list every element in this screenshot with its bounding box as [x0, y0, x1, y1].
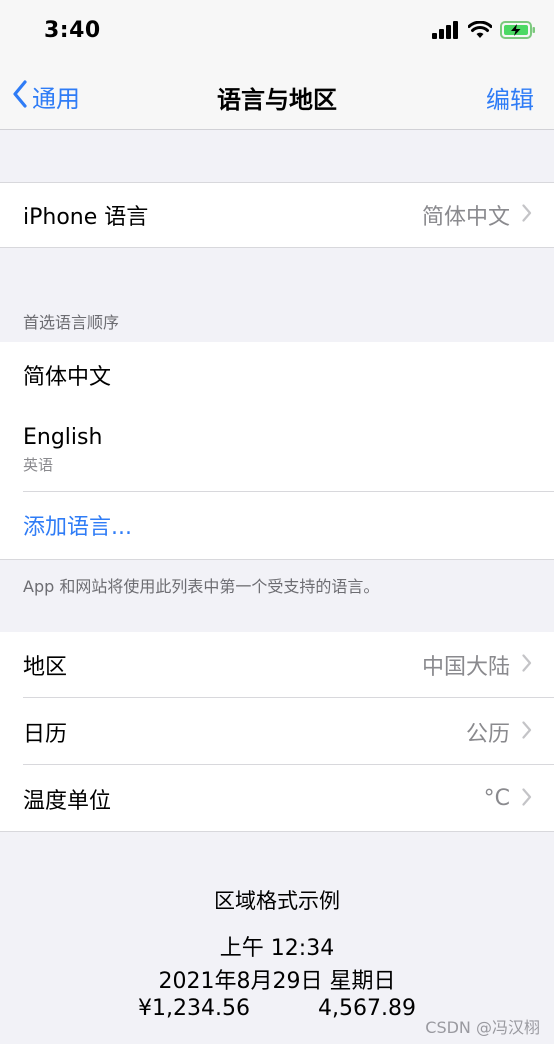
cellular-signal-icon [432, 21, 460, 43]
region-value: 中国大陆 [421, 655, 510, 680]
region-row[interactable]: 地区 中国大陆 [0, 632, 554, 698]
chevron-right-icon [522, 787, 532, 810]
language-name: English [23, 425, 103, 450]
temperature-unit-label: 温度单位 [23, 788, 112, 814]
preferred-languages-header: 首选语言顺序 [23, 313, 120, 332]
format-example-currency: ¥1,234.56 [138, 996, 250, 1021]
chevron-right-icon [522, 720, 532, 743]
wifi-icon [467, 20, 493, 43]
region-settings-group: 地区 中国大陆 日历 公历 温度单位 °C [0, 632, 554, 832]
format-example-number: 4,567.89 [318, 996, 416, 1021]
divider [0, 559, 554, 560]
preferred-languages-group: 简体中文 English 英语 添加语言... [0, 342, 554, 560]
watermark: CSDN @冯汉栩 [425, 1018, 540, 1037]
language-item-simplified-chinese[interactable]: 简体中文 [0, 342, 554, 408]
iphone-language-group: iPhone 语言 简体中文 [0, 182, 554, 248]
iphone-language-label: iPhone 语言 [23, 205, 149, 230]
battery-charging-icon [500, 21, 536, 43]
status-icons [432, 20, 536, 43]
divider [0, 247, 554, 248]
language-item-english[interactable]: English 英语 [0, 408, 554, 492]
navigation-bar: 通用 语言与地区 编辑 [0, 62, 554, 130]
page-title: 语言与地区 [217, 86, 337, 114]
add-language-button[interactable]: 添加语言... [0, 492, 554, 558]
edit-button[interactable]: 编辑 [486, 80, 534, 115]
iphone-language-value: 简体中文 [421, 205, 510, 230]
format-example-time: 上午 12:34 [219, 936, 335, 961]
language-name: 简体中文 [23, 365, 112, 390]
add-language-label: 添加语言... [23, 515, 132, 540]
temperature-unit-value: °C [483, 786, 510, 811]
temperature-unit-row[interactable]: 温度单位 °C [0, 765, 554, 832]
format-example-date: 2021年8月29日 星期日 [158, 969, 396, 994]
status-bar: 3:40 [0, 0, 554, 62]
calendar-row[interactable]: 日历 公历 [0, 698, 554, 765]
iphone-language-row[interactable]: iPhone 语言 简体中文 [0, 182, 554, 248]
chevron-right-icon [522, 204, 532, 226]
calendar-value: 公历 [465, 721, 510, 747]
chevron-right-icon [522, 654, 532, 676]
region-label: 地区 [23, 655, 68, 680]
divider [0, 831, 554, 832]
language-native-name: 英语 [23, 456, 54, 474]
preferred-languages-footer: App 和网站将使用此列表中第一个受支持的语言。 [23, 577, 380, 596]
format-example-title: 区域格式示例 [214, 889, 340, 913]
calendar-label: 日历 [23, 721, 68, 747]
status-time: 3:40 [44, 18, 101, 43]
